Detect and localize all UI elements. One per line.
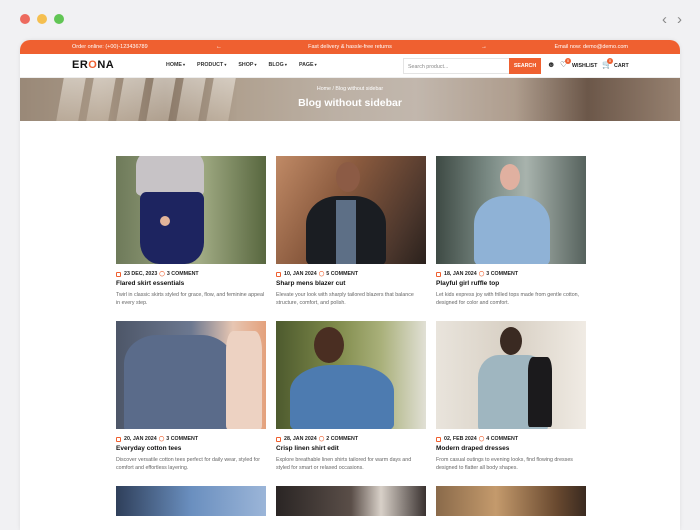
post-comments[interactable]: 3 COMMENT xyxy=(166,436,198,442)
promo-next-icon[interactable]: → xyxy=(481,44,487,50)
blog-card[interactable] xyxy=(436,486,586,516)
search-button[interactable]: SEARCH xyxy=(509,58,541,74)
blog-card[interactable]: 02, FEB 2024 ◯ 4 COMMENT Modern draped dre… xyxy=(436,321,586,472)
wishlist-count-badge: 0 xyxy=(565,58,571,64)
calendar-icon xyxy=(276,271,281,277)
post-image[interactable] xyxy=(116,321,266,429)
menu-page[interactable]: PAGE xyxy=(299,62,317,68)
blog-card[interactable]: 20, JAN 2024 ◯ 3 COMMENT Everyday cotton t… xyxy=(116,321,266,472)
post-title[interactable]: Modern draped dresses xyxy=(436,445,586,452)
post-image[interactable] xyxy=(436,486,586,516)
post-date: 18, JAN 2024 xyxy=(444,271,477,277)
calendar-icon xyxy=(116,271,121,277)
blog-card[interactable] xyxy=(276,486,426,516)
comment-icon: ◯ xyxy=(318,271,325,277)
comment-icon: ◯ xyxy=(158,436,165,442)
email-text: Email now: demo@demo.com xyxy=(554,44,628,50)
post-comments[interactable]: 3 COMMENT xyxy=(486,271,518,277)
post-meta: 23 DEC, 2023 ◯ 3 COMMENT xyxy=(116,271,266,277)
cart-count-badge: 0 xyxy=(607,58,613,64)
post-title[interactable]: Flared skirt essentials xyxy=(116,280,266,287)
post-meta: 18, JAN 2024 ◯ 3 COMMENT xyxy=(436,271,586,277)
calendar-icon xyxy=(276,436,281,442)
maximize-dot[interactable] xyxy=(54,14,64,24)
breadcrumb: Home / Blog without sidebar xyxy=(316,86,384,92)
post-date: 02, FEB 2024 xyxy=(444,436,477,442)
post-comments[interactable]: 5 COMMENT xyxy=(326,271,358,277)
blog-card[interactable] xyxy=(116,486,266,516)
post-excerpt: Let kids express joy with frilled tops m… xyxy=(436,292,580,307)
post-excerpt: Explore breathable linen shirts tailored… xyxy=(276,457,412,472)
back-arrow-icon[interactable]: ‹ xyxy=(662,11,667,28)
post-comments[interactable]: 3 COMMENT xyxy=(167,271,199,277)
calendar-icon xyxy=(116,436,121,442)
user-icon[interactable]: ☻ xyxy=(547,61,555,69)
post-excerpt: Twirl in classic skirts styled for grace… xyxy=(116,292,265,307)
site-logo[interactable]: ERONA xyxy=(72,59,114,71)
post-meta: 02, FEB 2024 ◯ 4 COMMENT xyxy=(436,436,586,442)
post-image[interactable] xyxy=(276,486,426,516)
comment-icon: ◯ xyxy=(478,436,485,442)
comment-icon: ◯ xyxy=(478,271,485,277)
calendar-icon xyxy=(436,436,441,442)
post-comments[interactable]: 2 COMMENT xyxy=(326,436,358,442)
calendar-icon xyxy=(436,271,441,277)
post-meta: 10, JAN 2024 ◯ 5 COMMENT xyxy=(276,271,426,277)
post-image[interactable] xyxy=(116,156,266,264)
post-image[interactable] xyxy=(436,156,586,264)
blog-card[interactable]: 23 DEC, 2023 ◯ 3 COMMENT Flared skirt esse… xyxy=(116,156,266,307)
announcement-bar: Order online: (+00)-123436789 ← Fast del… xyxy=(20,40,680,54)
post-date: 23 DEC, 2023 xyxy=(124,271,158,277)
menu-product[interactable]: PRODUCT xyxy=(197,62,226,68)
browser-nav: ‹ › xyxy=(662,11,682,28)
cart-link[interactable]: CART xyxy=(614,63,629,69)
menu-home[interactable]: HOME xyxy=(166,62,185,68)
blog-card[interactable]: 10, JAN 2024 ◯ 5 COMMENT Sharp mens blazer… xyxy=(276,156,426,307)
browser-window: Order online: (+00)-123436789 ← Fast del… xyxy=(20,40,680,530)
post-title[interactable]: Playful girl ruffle top xyxy=(436,280,586,287)
window-controls xyxy=(20,14,64,24)
page-banner: Home / Blog without sidebar Blog without… xyxy=(20,78,680,121)
wishlist-link[interactable]: WISHLIST xyxy=(572,63,597,69)
post-meta: 28, JAN 2024 ◯ 2 COMMENT xyxy=(276,436,426,442)
post-date: 10, JAN 2024 xyxy=(284,271,317,277)
main-menu: HOME PRODUCT SHOP BLOG PAGE xyxy=(166,62,317,68)
menu-shop[interactable]: SHOP xyxy=(238,62,256,68)
post-excerpt: Discover versatile cotton tees perfect f… xyxy=(116,457,260,472)
post-title[interactable]: Sharp mens blazer cut xyxy=(276,280,426,287)
post-date: 28, JAN 2024 xyxy=(284,436,317,442)
post-meta: 20, JAN 2024 ◯ 3 COMMENT xyxy=(116,436,266,442)
post-title[interactable]: Crisp linen shirt edit xyxy=(276,445,426,452)
blog-card[interactable]: 18, JAN 2024 ◯ 3 COMMENT Playful girl ruff… xyxy=(436,156,586,307)
page-title: Blog without sidebar xyxy=(298,97,402,109)
search-input[interactable]: Search product... xyxy=(403,58,509,74)
post-comments[interactable]: 4 COMMENT xyxy=(486,436,518,442)
blog-card[interactable]: 28, JAN 2024 ◯ 2 COMMENT Crisp linen shirt… xyxy=(276,321,426,472)
post-image[interactable] xyxy=(276,156,426,264)
site-header: ERONA HOME PRODUCT SHOP BLOG PAGE Search… xyxy=(20,54,680,78)
post-title[interactable]: Everyday cotton tees xyxy=(116,445,266,452)
post-image[interactable] xyxy=(436,321,586,429)
comment-icon: ◯ xyxy=(159,271,165,277)
minimize-dot[interactable] xyxy=(37,14,47,24)
post-excerpt: Elevate your look with sharply tailored … xyxy=(276,292,414,307)
post-date: 20, JAN 2024 xyxy=(124,436,157,442)
comment-icon: ◯ xyxy=(318,436,325,442)
post-image[interactable] xyxy=(116,486,266,516)
menu-blog[interactable]: BLOG xyxy=(269,62,287,68)
close-dot[interactable] xyxy=(20,14,30,24)
post-image[interactable] xyxy=(276,321,426,429)
forward-arrow-icon[interactable]: › xyxy=(677,11,682,28)
post-excerpt: From casual outings to evening looks, fi… xyxy=(436,457,573,472)
